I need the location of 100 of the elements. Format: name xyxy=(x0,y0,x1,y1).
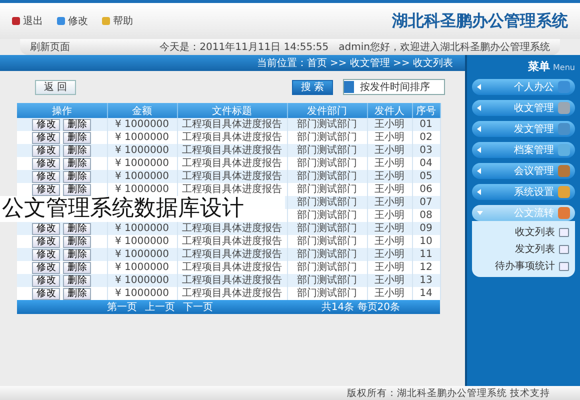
table-cell: 部门测试部门 xyxy=(287,131,367,144)
table-cell: 工程项目具体进度报告 xyxy=(177,222,287,235)
header-link[interactable]: 帮助 xyxy=(102,14,133,28)
row-action-button[interactable]: 修改 xyxy=(32,118,60,130)
table-cell: 工程项目具体进度报告 xyxy=(177,248,287,261)
row-action-button[interactable]: 修改 xyxy=(32,132,60,144)
row-action-button[interactable]: 修改 xyxy=(32,274,60,286)
table-cell: 工程项目具体进度报告 xyxy=(177,118,287,131)
app-title: 湖北科圣鹏办公管理系统 xyxy=(392,10,568,32)
table-cell: ¥ 1000000 xyxy=(107,157,177,170)
row-action-button[interactable]: 删除 xyxy=(63,262,92,274)
pager-link[interactable]: 第一页 xyxy=(107,300,137,314)
pager-link[interactable]: 下一页 xyxy=(183,300,213,314)
submenu-item[interactable]: 发文列表 xyxy=(478,242,569,256)
row-action-button[interactable]: 修改 xyxy=(32,144,60,156)
row-action-button[interactable]: 删除 xyxy=(63,118,92,130)
submenu-item[interactable]: 待办事项统计 xyxy=(478,259,569,273)
table-cell: ¥ 1000000 xyxy=(107,170,177,183)
table-cell: 部门测试部门 xyxy=(287,118,367,131)
row-action-button[interactable]: 修改 xyxy=(32,184,60,196)
table-cell: 部门测试部门 xyxy=(287,183,367,196)
column-header: 发件人 xyxy=(367,103,412,118)
table-cell: 05 xyxy=(412,170,440,183)
table-cell: 部门测试部门 xyxy=(287,170,367,183)
table-cell: 部门测试部门 xyxy=(287,144,367,157)
sort-dropdown[interactable]: 按发件时间排序 xyxy=(343,79,445,95)
table-cell: 14 xyxy=(412,287,440,300)
table-cell: 王小明 xyxy=(367,118,412,131)
row-action-button[interactable]: 删除 xyxy=(63,274,92,286)
row-action-button[interactable]: 删除 xyxy=(63,288,92,300)
column-header: 金额 xyxy=(107,103,177,118)
table-cell: 工程项目具体进度报告 xyxy=(177,157,287,170)
table-cell: 王小明 xyxy=(367,235,412,248)
search-button[interactable]: 搜 索 xyxy=(292,80,333,94)
table-cell: 03 xyxy=(412,144,440,157)
row-action-button[interactable]: 删除 xyxy=(63,222,92,234)
table-cell: 10 xyxy=(412,235,440,248)
table-cell: 王小明 xyxy=(367,222,412,235)
table-cell: 工程项目具体进度报告 xyxy=(177,287,287,300)
table-cell: ¥ 1000000 xyxy=(107,144,177,157)
row-action-button[interactable]: 修改 xyxy=(32,262,60,274)
row-action-button[interactable]: 修改 xyxy=(32,288,60,300)
table-cell: 部门测试部门 xyxy=(287,287,367,300)
row-action-button[interactable]: 删除 xyxy=(63,184,92,196)
caption-text: 公文管理系统数据库设计 xyxy=(0,196,285,222)
row-action-button[interactable]: 删除 xyxy=(63,158,92,170)
table-cell: 工程项目具体进度报告 xyxy=(177,170,287,183)
row-action-button[interactable]: 删除 xyxy=(63,144,92,156)
row-action-button[interactable]: 删除 xyxy=(63,132,92,144)
table-cell: 工程项目具体进度报告 xyxy=(177,235,287,248)
table-cell: 工程项目具体进度报告 xyxy=(177,131,287,144)
table-cell: ¥ 1000000 xyxy=(107,222,177,235)
row-action-button[interactable]: 修改 xyxy=(32,248,60,260)
table-cell: 13 xyxy=(412,274,440,287)
row-action-button[interactable]: 修改 xyxy=(32,222,60,234)
column-header: 操作 xyxy=(17,103,107,118)
row-action-button[interactable]: 删除 xyxy=(63,248,92,260)
header-link[interactable]: 退出 xyxy=(12,14,43,28)
pager-summary: 共14条 每页20条 xyxy=(321,300,400,314)
table-cell: 王小明 xyxy=(367,287,412,300)
table-cell: 06 xyxy=(412,183,440,196)
table-cell: 王小明 xyxy=(367,157,412,170)
table-cell: ¥ 1000000 xyxy=(107,287,177,300)
row-action-button[interactable]: 修改 xyxy=(32,170,60,182)
column-header: 序号 xyxy=(412,103,440,118)
header-link[interactable]: 修改 xyxy=(57,14,88,28)
row-action-button[interactable]: 删除 xyxy=(63,170,92,182)
table-cell: 部门测试部门 xyxy=(287,157,367,170)
pager-link[interactable]: 上一页 xyxy=(145,300,175,314)
table-cell: 王小明 xyxy=(367,209,412,222)
table-cell: 王小明 xyxy=(367,196,412,209)
row-action-button[interactable]: 删除 xyxy=(63,236,92,248)
table-cell: 11 xyxy=(412,248,440,261)
table-cell: ¥ 1000000 xyxy=(107,131,177,144)
table-cell: 部门测试部门 xyxy=(287,248,367,261)
table-cell: 部门测试部门 xyxy=(287,274,367,287)
table-cell: 王小明 xyxy=(367,274,412,287)
refresh-link[interactable]: 刷新页面 xyxy=(30,40,70,54)
table-cell: 09 xyxy=(412,222,440,235)
table-cell: 部门测试部门 xyxy=(287,222,367,235)
table-cell: 王小明 xyxy=(367,144,412,157)
table-cell: 部门测试部门 xyxy=(287,261,367,274)
menu-subtitle: Menu xyxy=(553,63,575,72)
table-cell: 部门测试部门 xyxy=(287,196,367,209)
table-cell: 01 xyxy=(412,118,440,131)
breadcrumb: 当前位置：首页 >> 收文管理 >> 收文列表 xyxy=(0,55,465,71)
welcome-text: admin您好，欢迎进入湖北科圣鹏办公管理系统 xyxy=(338,40,550,54)
table-cell: 部门测试部门 xyxy=(287,209,367,222)
table-cell: ¥ 1000000 xyxy=(107,183,177,196)
table-cell: ¥ 1000000 xyxy=(107,248,177,261)
table-cell: 王小明 xyxy=(367,131,412,144)
table-cell: 07 xyxy=(412,196,440,209)
table-cell: 08 xyxy=(412,209,440,222)
row-action-button[interactable]: 修改 xyxy=(32,158,60,170)
back-button[interactable]: 返 回 xyxy=(35,80,76,94)
table-cell: 王小明 xyxy=(367,183,412,196)
submenu-item[interactable]: 收文列表 xyxy=(478,225,569,239)
footer-text: 版权所有：湖北科圣鹏办公管理系统 技术支持 xyxy=(0,386,580,400)
row-action-button[interactable]: 修改 xyxy=(32,236,60,248)
table-cell: 工程项目具体进度报告 xyxy=(177,183,287,196)
